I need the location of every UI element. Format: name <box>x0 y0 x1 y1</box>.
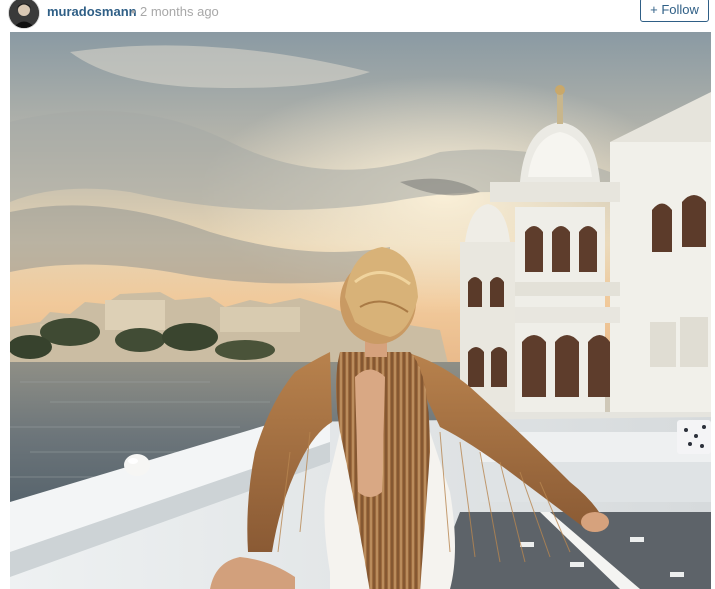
separator-dot: • <box>131 4 136 19</box>
username-link[interactable]: muradosmann <box>47 4 137 19</box>
post-timestamp[interactable]: 2 months ago <box>140 4 219 19</box>
avatar-icon <box>9 0 39 28</box>
photo-illustration <box>10 32 711 589</box>
post-photo[interactable] <box>10 32 711 589</box>
post-header: muradosmann • 2 months ago + Follow <box>0 0 715 28</box>
right-margin <box>711 28 715 589</box>
left-margin <box>0 28 10 589</box>
avatar[interactable] <box>9 0 39 28</box>
follow-button[interactable]: + Follow <box>640 0 709 22</box>
